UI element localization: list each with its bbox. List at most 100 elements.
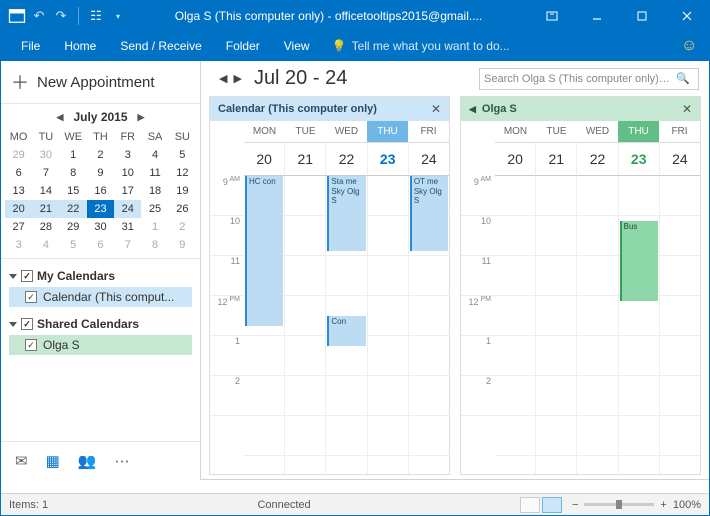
checkbox-icon[interactable]: ✓ bbox=[25, 339, 37, 351]
day-number[interactable]: 21 bbox=[536, 143, 577, 176]
appointment[interactable]: Con bbox=[327, 316, 365, 346]
mini-day[interactable]: 15 bbox=[60, 182, 87, 200]
mini-day[interactable]: 29 bbox=[60, 218, 87, 236]
more-icon[interactable]: ⋯ bbox=[114, 452, 129, 470]
tab-folder[interactable]: Folder bbox=[216, 33, 270, 59]
day-column[interactable] bbox=[577, 176, 618, 474]
qat-dropdown-icon[interactable]: ▾ bbox=[108, 6, 128, 26]
mini-day[interactable]: 9 bbox=[87, 164, 114, 182]
day-number[interactable]: 21 bbox=[285, 143, 326, 176]
search-input[interactable]: Search Olga S (This computer only) (C...… bbox=[479, 68, 699, 90]
prev-week-icon[interactable]: ◀ bbox=[219, 72, 227, 85]
overlay-arrow-icon[interactable]: ◀ bbox=[469, 104, 476, 115]
mini-day[interactable]: 30 bbox=[32, 146, 59, 164]
tab-view[interactable]: View bbox=[274, 33, 320, 59]
ribbon-options-button[interactable] bbox=[529, 1, 574, 31]
mini-day[interactable]: 19 bbox=[169, 182, 196, 200]
tellme-input[interactable]: 💡 Tell me what you want to do... bbox=[332, 39, 677, 53]
mini-day[interactable]: 5 bbox=[60, 236, 87, 254]
day-column[interactable] bbox=[368, 176, 409, 474]
search-icon[interactable]: 🔍 bbox=[672, 72, 694, 85]
day-column[interactable]: OT me Sky Olg S bbox=[409, 176, 449, 474]
mini-day[interactable]: 28 bbox=[32, 218, 59, 236]
mini-day[interactable]: 11 bbox=[141, 164, 168, 182]
minimize-button[interactable] bbox=[574, 1, 619, 31]
appointment[interactable]: OT me Sky Olg S bbox=[410, 176, 448, 251]
mini-day[interactable]: 18 bbox=[141, 182, 168, 200]
tab-file[interactable]: File bbox=[11, 33, 50, 59]
day-column[interactable]: Bus bbox=[619, 176, 660, 474]
calendar-item-olga[interactable]: ✓ Olga S bbox=[9, 335, 192, 355]
tab-home[interactable]: Home bbox=[54, 33, 106, 59]
undo-icon[interactable]: ↶ bbox=[29, 6, 49, 26]
mini-day[interactable]: 26 bbox=[169, 200, 196, 218]
mail-icon[interactable]: ✉ bbox=[15, 452, 28, 470]
mini-day[interactable]: 31 bbox=[114, 218, 141, 236]
prev-month-icon[interactable]: ◀ bbox=[53, 112, 68, 123]
day-number[interactable]: 22 bbox=[326, 143, 367, 176]
mini-day[interactable]: 1 bbox=[60, 146, 87, 164]
tab-sendreceive[interactable]: Send / Receive bbox=[110, 33, 211, 59]
zoom-in-icon[interactable]: + bbox=[660, 499, 666, 511]
day-number[interactable]: 23 bbox=[619, 143, 660, 176]
appointment[interactable]: HC con bbox=[245, 176, 283, 326]
mini-day[interactable]: 20 bbox=[5, 200, 32, 218]
day-number[interactable]: 22 bbox=[577, 143, 618, 176]
people-icon[interactable]: 👥 bbox=[78, 452, 97, 470]
mini-day[interactable]: 3 bbox=[5, 236, 32, 254]
mini-day[interactable]: 2 bbox=[87, 146, 114, 164]
day-number[interactable]: 24 bbox=[409, 143, 449, 176]
view-normal-button[interactable] bbox=[520, 497, 540, 513]
day-number[interactable]: 23 bbox=[368, 143, 409, 176]
mini-day[interactable]: 29 bbox=[5, 146, 32, 164]
mini-day[interactable]: 4 bbox=[141, 146, 168, 164]
zoom-out-icon[interactable]: − bbox=[572, 499, 578, 511]
appointment[interactable]: Bus bbox=[620, 221, 658, 301]
calendar-item-local[interactable]: ✓ Calendar (This comput... bbox=[9, 287, 192, 307]
next-month-icon[interactable]: ▶ bbox=[134, 112, 149, 123]
day-column[interactable] bbox=[285, 176, 326, 474]
mini-day[interactable]: 6 bbox=[5, 164, 32, 182]
day-number[interactable]: 20 bbox=[244, 143, 285, 176]
mini-day[interactable]: 24 bbox=[114, 200, 141, 218]
mini-day[interactable]: 14 bbox=[32, 182, 59, 200]
mini-day[interactable]: 7 bbox=[114, 236, 141, 254]
mini-day[interactable]: 2 bbox=[169, 218, 196, 236]
maximize-button[interactable] bbox=[619, 1, 664, 31]
mini-day[interactable]: 5 bbox=[169, 146, 196, 164]
appointment[interactable]: Sta me Sky Olg S bbox=[327, 176, 365, 251]
mini-day[interactable]: 8 bbox=[60, 164, 87, 182]
mini-day[interactable]: 8 bbox=[141, 236, 168, 254]
day-column[interactable]: HC con bbox=[244, 176, 285, 474]
mini-day[interactable]: 3 bbox=[114, 146, 141, 164]
day-column[interactable] bbox=[660, 176, 700, 474]
mini-day[interactable]: 22 bbox=[60, 200, 87, 218]
mini-day[interactable]: 1 bbox=[141, 218, 168, 236]
redo-icon[interactable]: ↷ bbox=[51, 6, 71, 26]
mini-day[interactable]: 30 bbox=[87, 218, 114, 236]
mini-day[interactable]: 25 bbox=[141, 200, 168, 218]
day-column[interactable] bbox=[495, 176, 536, 474]
mini-day[interactable]: 21 bbox=[32, 200, 59, 218]
feedback-icon[interactable]: ☺ bbox=[681, 37, 699, 55]
shared-calendars-group[interactable]: ✓ Shared Calendars bbox=[9, 317, 192, 331]
day-column[interactable] bbox=[536, 176, 577, 474]
mini-day[interactable]: 23 bbox=[87, 200, 114, 218]
mini-day[interactable]: 17 bbox=[114, 182, 141, 200]
close-button[interactable] bbox=[664, 1, 709, 31]
day-number[interactable]: 24 bbox=[660, 143, 700, 176]
checkbox-icon[interactable]: ✓ bbox=[21, 318, 33, 330]
day-column[interactable]: Sta me Sky Olg S Con bbox=[326, 176, 367, 474]
qat-icon[interactable]: ☷ bbox=[86, 6, 106, 26]
pane-title[interactable]: Calendar (This computer only)✕ bbox=[210, 97, 449, 121]
close-pane-icon[interactable]: ✕ bbox=[431, 102, 441, 116]
next-week-icon[interactable]: ▶ bbox=[233, 72, 241, 85]
mini-day[interactable]: 10 bbox=[114, 164, 141, 182]
mini-day[interactable]: 13 bbox=[5, 182, 32, 200]
close-pane-icon[interactable]: ✕ bbox=[682, 102, 692, 116]
mini-day[interactable]: 16 bbox=[87, 182, 114, 200]
zoom-control[interactable]: − + 100% bbox=[572, 499, 701, 511]
mini-day[interactable]: 7 bbox=[32, 164, 59, 182]
mini-day[interactable]: 27 bbox=[5, 218, 32, 236]
calendar-icon[interactable]: ▦ bbox=[46, 452, 60, 470]
